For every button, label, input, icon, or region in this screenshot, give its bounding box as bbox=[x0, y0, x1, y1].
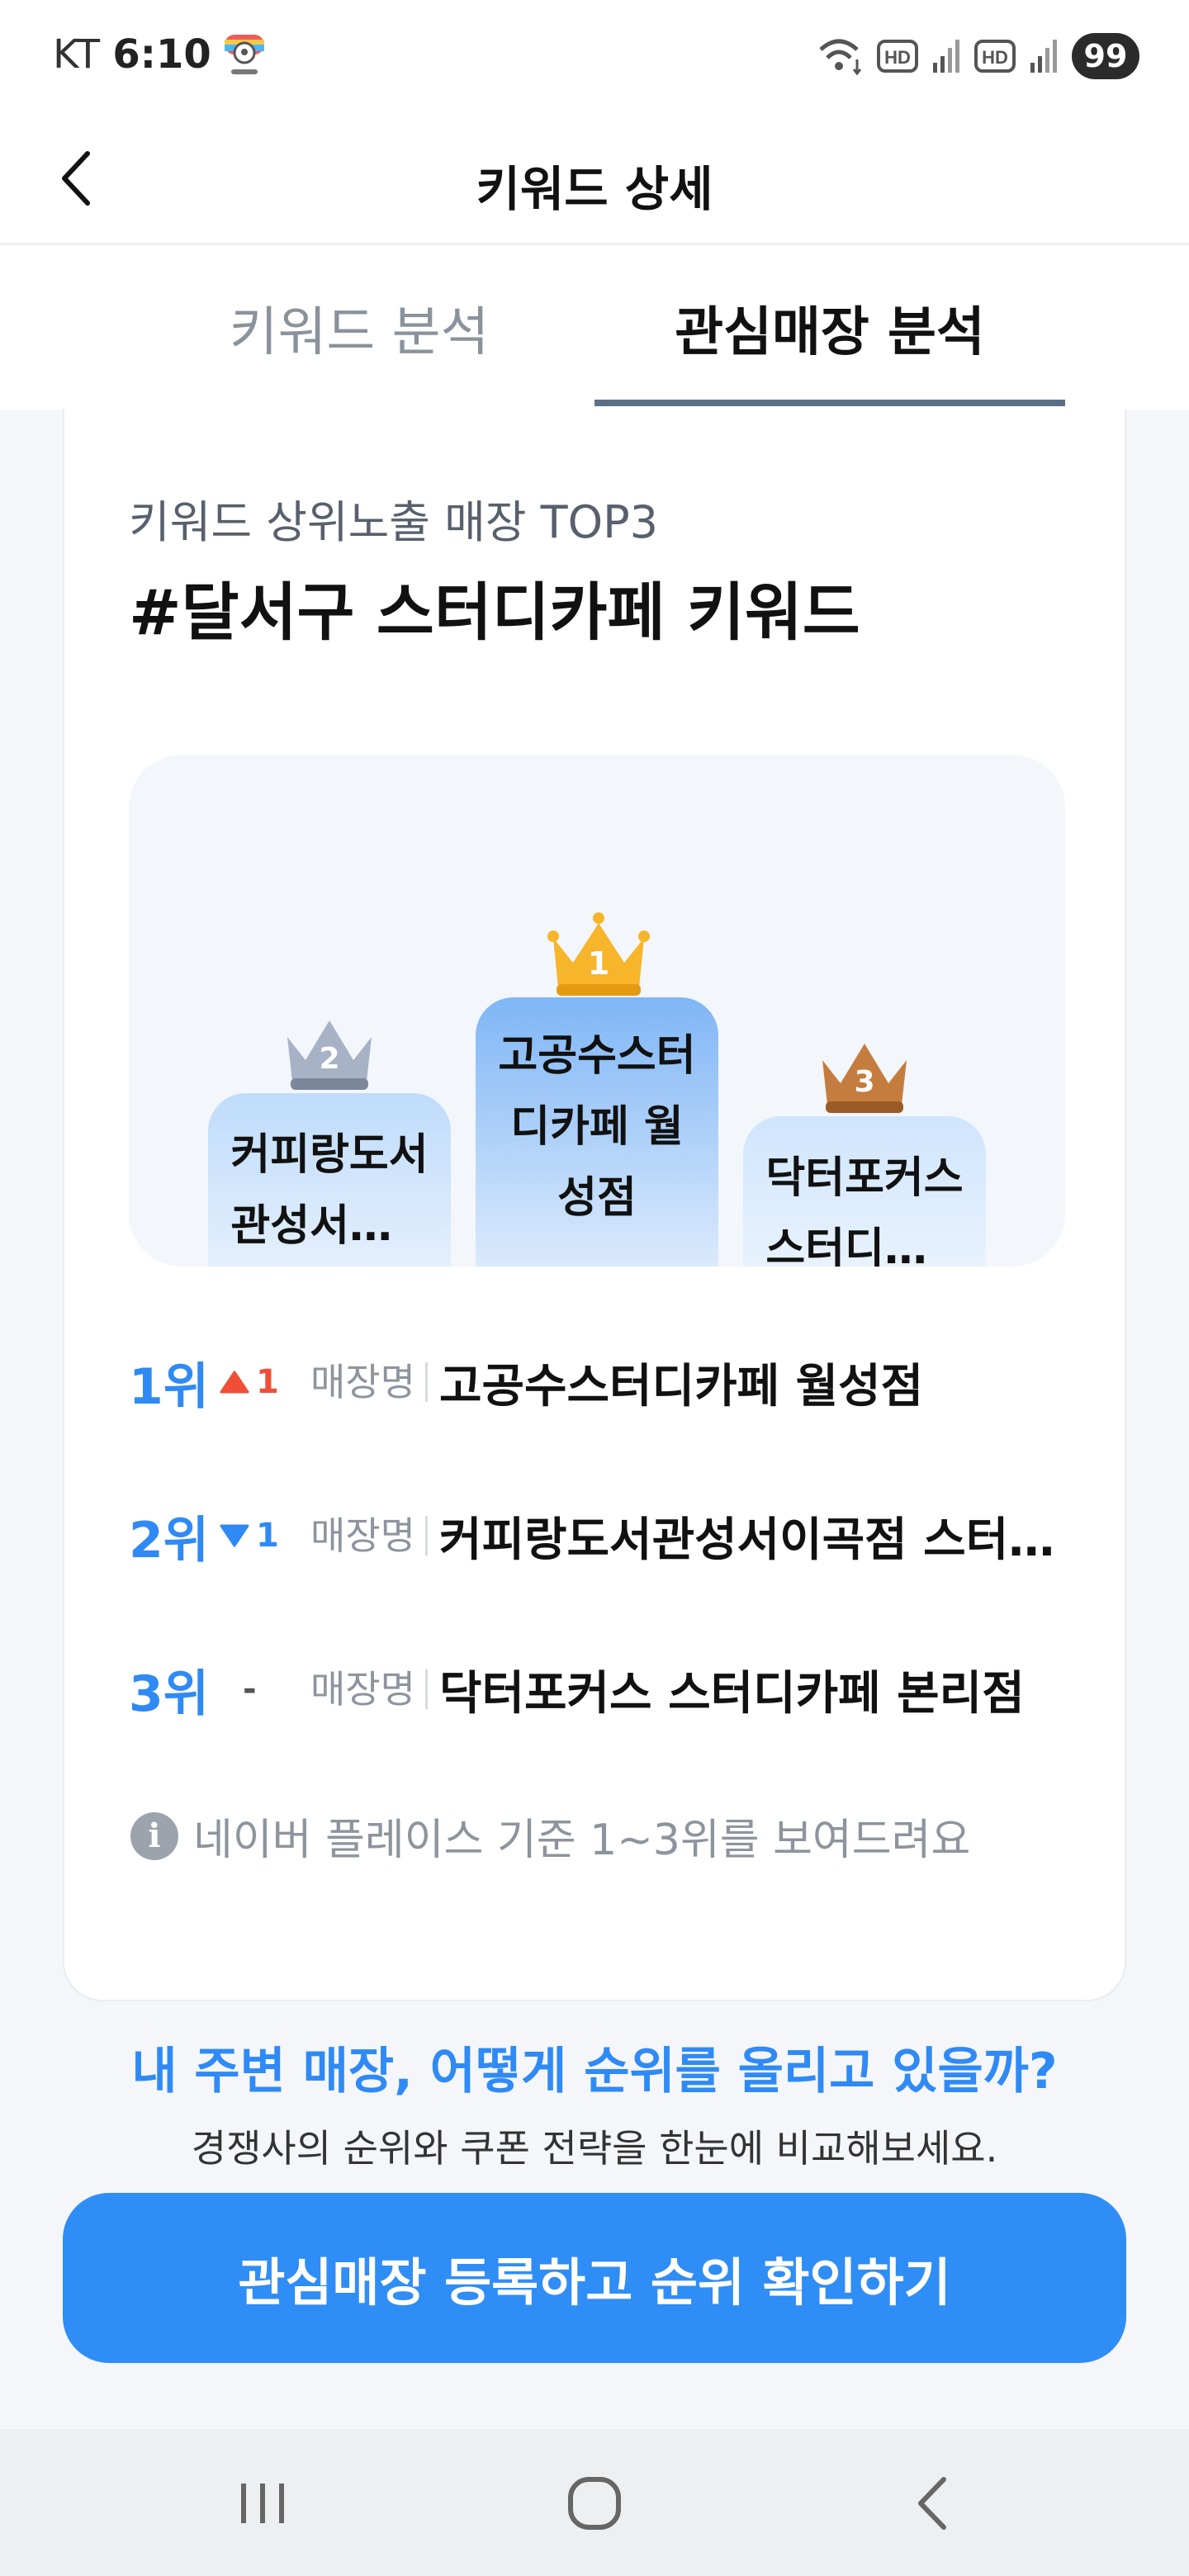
back-icon bbox=[918, 2477, 946, 2530]
nav-back-button[interactable] bbox=[882, 2454, 981, 2553]
podium-second[interactable]: 커피랑도서관성서이곡점 스터디카페 bbox=[208, 1093, 451, 1267]
battery-indicator: 99 bbox=[1072, 33, 1139, 79]
podium-third-name: 닥터포커스 스터디카페 본리점 bbox=[765, 1153, 964, 1267]
map-app-icon bbox=[225, 35, 264, 74]
carrier-name: KT bbox=[53, 31, 101, 78]
silver-crown-icon: 2 bbox=[287, 1020, 372, 1090]
hd-icon-2: HD bbox=[974, 40, 1016, 73]
crown-rank-1: 1 bbox=[588, 945, 609, 982]
tab-keyword-analysis[interactable]: 키워드 분석 bbox=[124, 246, 594, 410]
home-icon bbox=[568, 2477, 621, 2530]
active-tab-indicator bbox=[594, 400, 1065, 406]
store-name: 커피랑도서관성서이곡점 스터디카페 bbox=[438, 1513, 1065, 1567]
status-bar: KT 6:10 HD HD 99 bbox=[0, 0, 1189, 116]
podium-second-name: 커피랑도서관성서이곡점 스터디카페 bbox=[230, 1130, 429, 1251]
crown-rank-3: 3 bbox=[854, 1065, 874, 1099]
podium-first-name: 고공수스터디카페 월성점 bbox=[498, 1031, 696, 1223]
ranking-row-2[interactable]: 2위 1 매장명 커피랑도서관성서이곡점 스터디카페 bbox=[129, 1496, 1065, 1575]
bronze-crown-icon: 3 bbox=[822, 1044, 907, 1113]
tab-store-analysis[interactable]: 관심매장 분석 bbox=[594, 246, 1065, 410]
podium-third[interactable]: 닥터포커스 스터디카페 본리점 bbox=[743, 1116, 986, 1267]
rank-change-value: 1 bbox=[256, 1363, 279, 1401]
svg-text:HD: HD bbox=[884, 47, 911, 68]
rank-number: 3위 bbox=[129, 1664, 209, 1723]
signal-icon-2 bbox=[1030, 40, 1057, 73]
carrier-time: KT 6:10 bbox=[53, 31, 211, 78]
home-button[interactable] bbox=[545, 2454, 644, 2553]
crown-rank-2: 2 bbox=[319, 1042, 339, 1076]
rank-number: 2위 bbox=[129, 1511, 209, 1570]
card-subtitle: 키워드 상위노출 매장 TOP3 bbox=[129, 496, 659, 548]
store-name-label: 매장명 bbox=[310, 1362, 428, 1402]
tab-bar: 키워드 분석 관심매장 분석 bbox=[0, 246, 1189, 410]
signal-icon bbox=[933, 40, 959, 73]
info-text: 네이버 플레이스 기준 1~3위를 보여드려요 bbox=[193, 1816, 971, 1865]
recent-apps-button[interactable] bbox=[213, 2454, 312, 2553]
app-header: 키워드 상세 bbox=[0, 116, 1189, 244]
rank-change-up: 1 bbox=[220, 1363, 310, 1401]
system-icons: HD HD 99 bbox=[817, 33, 1139, 79]
recent-apps-icon bbox=[241, 2484, 284, 2523]
rank-change-value: 1 bbox=[256, 1517, 279, 1555]
register-store-button[interactable]: 관심매장 등록하고 순위 확인하기 bbox=[63, 2193, 1126, 2363]
promo-title: 내 주변 매장, 어떻게 순위를 올리고 있을까? bbox=[131, 2043, 1058, 2100]
system-nav-bar bbox=[0, 2429, 1189, 2576]
store-name: 고공수스터디카페 월성점 bbox=[438, 1359, 924, 1413]
hd-icon: HD bbox=[877, 40, 918, 73]
podium-first[interactable]: 고공수스터디카페 월성점 bbox=[476, 997, 718, 1267]
store-name-label: 매장명 bbox=[310, 1516, 428, 1556]
page-title: 키워드 상세 bbox=[476, 161, 713, 217]
ranking-row-3[interactable]: 3위 - 매장명 닥터포커스 스터디카페 본리점 bbox=[129, 1650, 1065, 1729]
wifi-icon bbox=[819, 39, 862, 76]
rank-change-down: 1 bbox=[220, 1517, 310, 1555]
store-name-label: 매장명 bbox=[310, 1669, 428, 1709]
promo-description: 경쟁사의 순위와 쿠폰 전략을 한눈에 비교해보세요. bbox=[191, 2126, 998, 2171]
ranking-row-1[interactable]: 1위 1 매장명 고공수스터디카페 월성점 bbox=[129, 1342, 1065, 1422]
rank-change-none: - bbox=[243, 1670, 257, 1708]
clock: 6:10 bbox=[112, 31, 211, 78]
triangle-down-icon bbox=[220, 1524, 249, 1547]
info-note: i 네이버 플레이스 기준 1~3위를 보여드려요 bbox=[130, 1805, 970, 1867]
top3-card: 키워드 상위노출 매장 TOP3 #달서구 스터디카페 키워드 2 1 3 커피… bbox=[63, 410, 1126, 2001]
card-title: #달서구 스터디카페 키워드 bbox=[129, 575, 860, 649]
svg-text:HD: HD bbox=[982, 47, 1008, 68]
rank-number: 1위 bbox=[129, 1357, 209, 1416]
store-name: 닥터포커스 스터디카페 본리점 bbox=[438, 1666, 1025, 1721]
podium: 2 1 3 커피랑도서관성서이곡점 스터디카페 고공수스터디카페 월성점 닥터포… bbox=[129, 755, 1065, 1267]
info-icon: i bbox=[130, 1811, 178, 1860]
triangle-up-icon bbox=[220, 1371, 249, 1394]
gold-crown-icon: 1 bbox=[547, 912, 650, 996]
